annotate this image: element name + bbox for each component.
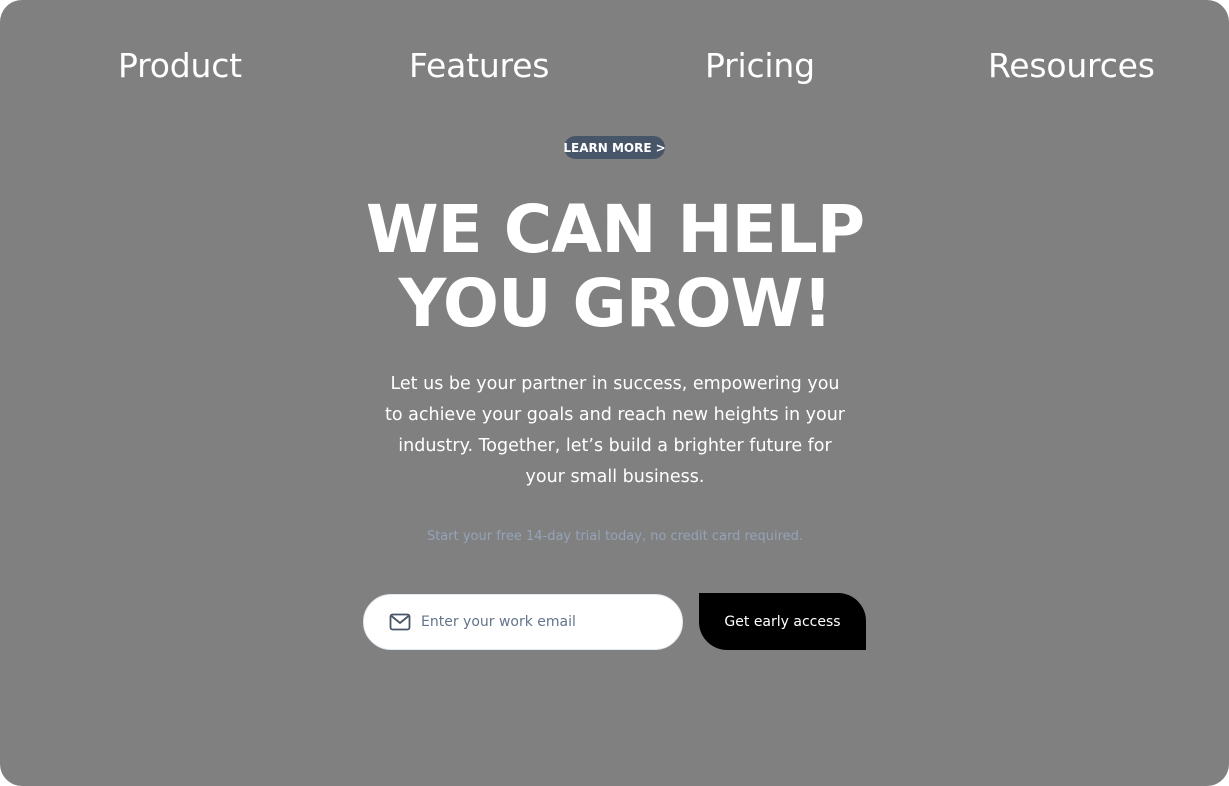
nav-item-resources[interactable]: Resources xyxy=(988,44,1155,88)
hero-subtext: Let us be your partner in success, empow… xyxy=(385,374,845,487)
learn-more-label: LEARN MORE xyxy=(563,140,652,155)
headline-line-2: YOU GROW! xyxy=(398,265,832,342)
email-field[interactable] xyxy=(363,594,683,650)
nav-item-product[interactable]: Product xyxy=(118,44,242,88)
nav-item-pricing[interactable]: Pricing xyxy=(705,44,815,88)
mail-icon xyxy=(389,613,411,631)
hero-page: Product Features Pricing Resources LEARN… xyxy=(0,0,1229,786)
get-early-access-button[interactable]: Get early access xyxy=(699,593,866,650)
hero-headline: WE CAN HELP YOU GROW! xyxy=(330,193,900,341)
chevron-right-icon: > xyxy=(655,140,666,155)
email-input[interactable] xyxy=(421,614,661,630)
learn-more-badge[interactable]: LEARN MORE > xyxy=(563,136,666,159)
nav-item-features[interactable]: Features xyxy=(409,44,549,88)
headline-line-1: WE CAN HELP xyxy=(365,191,865,268)
trial-note: Start your free 14-day trial today, no c… xyxy=(426,529,804,544)
